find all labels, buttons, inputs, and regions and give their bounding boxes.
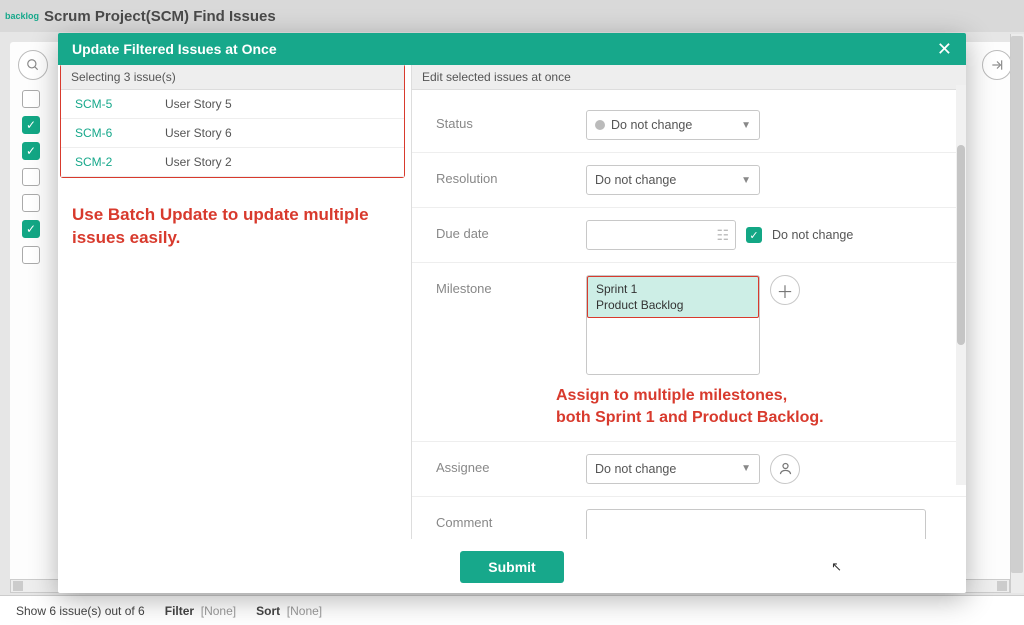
assignee-label: Assignee	[436, 454, 586, 475]
due-date-nochange-label: Do not change	[772, 228, 853, 242]
issue-checkbox-col: ✓ ✓ ✓	[22, 90, 40, 264]
calendar-icon: ☷	[716, 227, 729, 244]
submit-button[interactable]: Submit	[460, 551, 563, 583]
checkbox-header[interactable]	[22, 90, 40, 108]
collapse-panel-icon[interactable]	[982, 50, 1012, 80]
filter-label[interactable]: Filter	[165, 604, 194, 618]
field-assignee: Assignee Do not change ▼	[412, 442, 966, 497]
field-status: Status Do not change ▼	[412, 98, 966, 153]
status-bar: Show 6 issue(s) out of 6 Filter [None] S…	[0, 595, 1024, 625]
modal-title: Update Filtered Issues at Once	[72, 41, 277, 57]
edit-panel-header: Edit selected issues at once	[412, 65, 966, 90]
add-milestone-button[interactable]: ＋	[770, 275, 800, 305]
due-date-nochange-checkbox[interactable]: ✓	[746, 227, 762, 243]
search-icon[interactable]	[18, 50, 48, 80]
milestone-select[interactable]: Sprint 1 Product Backlog	[586, 275, 760, 375]
milestone-selected: Sprint 1 Product Backlog	[587, 276, 759, 318]
issue-subject: User Story 6	[165, 126, 232, 140]
edit-panel: Edit selected issues at once Status Do n…	[412, 65, 966, 539]
resolution-select[interactable]: Do not change ▼	[586, 165, 760, 195]
checkbox-row[interactable]: ✓	[22, 116, 40, 134]
assign-to-me-button[interactable]	[770, 454, 800, 484]
selected-issue-row[interactable]: SCM-6 User Story 6	[61, 119, 404, 148]
chevron-down-icon: ▼	[741, 463, 751, 474]
field-resolution: Resolution Do not change ▼	[412, 153, 966, 208]
status-count: Show 6 issue(s) out of 6	[16, 604, 145, 618]
sort-value: [None]	[287, 604, 322, 618]
checkbox-row[interactable]	[22, 246, 40, 264]
selected-issue-row[interactable]: SCM-5 User Story 5	[61, 90, 404, 119]
annotation-milestone: Assign to multiple milestones, both Spri…	[556, 385, 824, 428]
form-scrollbar[interactable]	[956, 85, 966, 485]
annotation-batch-update: Use Batch Update to update multiple issu…	[72, 204, 397, 250]
backlog-logo-icon: backlog	[8, 4, 36, 28]
issue-key: SCM-6	[75, 126, 165, 140]
status-dot-icon	[595, 120, 605, 130]
selected-issues-panel: Selecting 3 issue(s) SCM-5 User Story 5 …	[58, 65, 412, 539]
chevron-down-icon: ▼	[741, 175, 751, 186]
milestone-label: Milestone	[436, 275, 586, 296]
page-title: Scrum Project(SCM) Find Issues	[44, 8, 276, 25]
page-scrollbar[interactable]	[1010, 34, 1024, 593]
page-header: backlog Scrum Project(SCM) Find Issues	[0, 0, 1024, 32]
checkbox-row[interactable]	[22, 168, 40, 186]
due-date-input[interactable]: ☷	[586, 220, 736, 250]
issue-key: SCM-5	[75, 97, 165, 111]
checkbox-row[interactable]: ✓	[22, 220, 40, 238]
comment-label: Comment	[436, 509, 586, 530]
batch-update-modal: Update Filtered Issues at Once ✕ Selecti…	[58, 33, 966, 593]
modal-header: Update Filtered Issues at Once ✕	[58, 33, 966, 65]
checkbox-row[interactable]: ✓	[22, 142, 40, 160]
field-due-date: Due date ☷ ✓ Do not change	[412, 208, 966, 263]
status-label: Status	[436, 110, 586, 131]
selected-issue-row[interactable]: SCM-2 User Story 2	[61, 148, 404, 177]
field-comment: Comment	[412, 497, 966, 539]
filter-value: [None]	[201, 604, 236, 618]
modal-footer: Submit ↖	[58, 539, 966, 593]
issue-subject: User Story 5	[165, 97, 232, 111]
chevron-down-icon: ▼	[741, 120, 751, 131]
status-select[interactable]: Do not change ▼	[586, 110, 760, 140]
due-date-label: Due date	[436, 220, 586, 241]
comment-textarea[interactable]	[586, 509, 926, 539]
issue-subject: User Story 2	[165, 155, 232, 169]
selected-count: Selecting 3 issue(s)	[61, 65, 404, 90]
cursor-icon: ↖	[831, 559, 842, 575]
resolution-label: Resolution	[436, 165, 586, 186]
field-milestone: Milestone Sprint 1 Product Backlog	[412, 263, 966, 442]
checkbox-row[interactable]	[22, 194, 40, 212]
assignee-select[interactable]: Do not change ▼	[586, 454, 760, 484]
issue-key: SCM-2	[75, 155, 165, 169]
sort-label[interactable]: Sort	[256, 604, 280, 618]
close-icon[interactable]: ✕	[937, 39, 952, 60]
